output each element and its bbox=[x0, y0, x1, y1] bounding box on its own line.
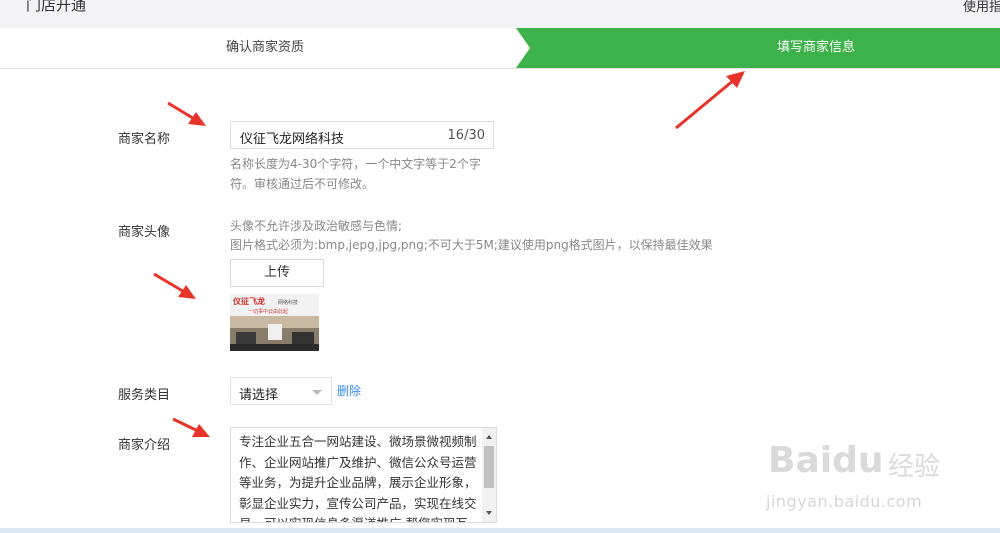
arrow-head-icon bbox=[188, 112, 206, 126]
watermark-url: jingyan.baidu.com bbox=[766, 492, 923, 511]
baidu-watermark: Baidu 经验 jingyan.baidu.com bbox=[760, 440, 1000, 530]
arrow-icon bbox=[167, 101, 197, 122]
arrow-icon bbox=[675, 78, 735, 130]
arrow-icon bbox=[153, 272, 187, 295]
watermark-brand: Baidu bbox=[768, 440, 884, 481]
arrow-head-icon bbox=[178, 285, 196, 299]
watermark-cn: 经验 bbox=[888, 452, 941, 482]
